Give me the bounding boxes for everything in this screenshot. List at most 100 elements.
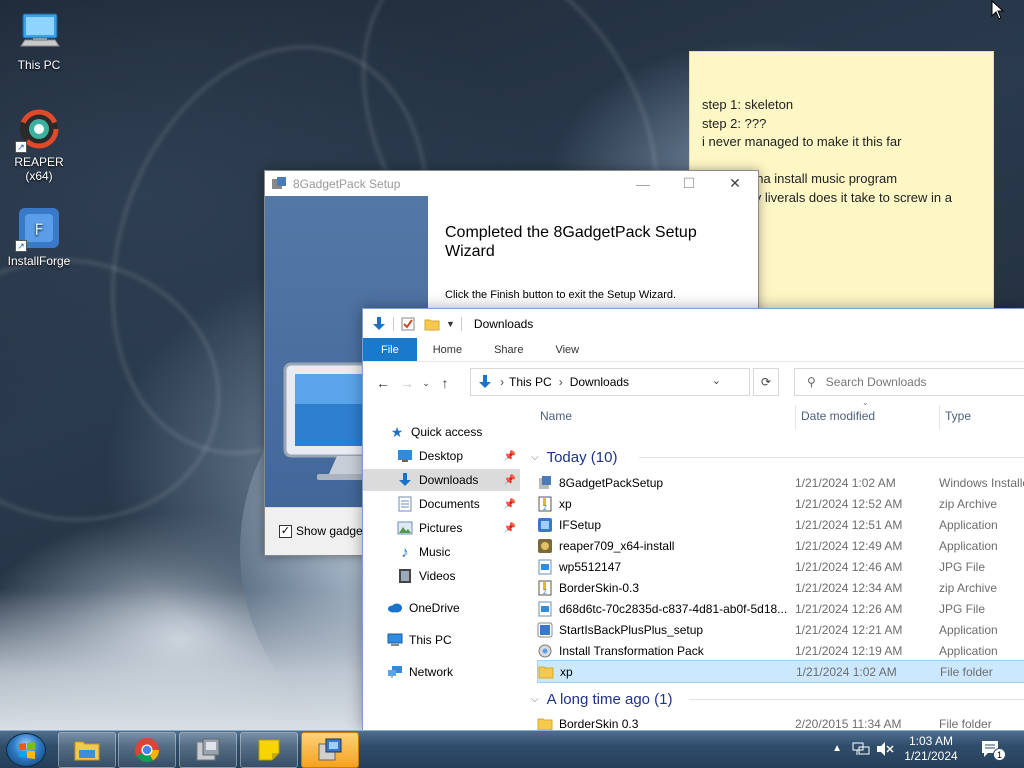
installer-icon: [196, 738, 220, 761]
file-type: Application: [939, 538, 998, 553]
sidebar-item-desktop[interactable]: Desktop 📌: [363, 445, 520, 467]
group-header-today[interactable]: ⌵ Today (10): [529, 445, 617, 469]
file-name: wp5512147: [559, 559, 622, 574]
taskbar-chrome[interactable]: [118, 732, 176, 768]
setup-app-icon: [272, 176, 286, 189]
sidebar-item-label: Quick access: [411, 425, 483, 439]
back-arrow-icon[interactable]: ←: [371, 371, 395, 395]
table-row[interactable]: StartIsBackPlusPlus_setup 1/21/2024 12:2…: [537, 619, 1024, 640]
table-row[interactable]: Z BorderSkin-0.3 1/21/2024 12:34 AM zip …: [537, 577, 1024, 598]
tab-view[interactable]: View: [539, 338, 595, 361]
file-type: zip Archive: [939, 496, 998, 511]
file-date: 1/21/2024 12:34 AM: [795, 580, 903, 595]
sidebar-item-onedrive[interactable]: OneDrive: [363, 597, 520, 619]
breadcrumb-downloads[interactable]: Downloads: [570, 375, 629, 389]
column-header-type[interactable]: Type: [945, 401, 971, 431]
group-header-long-ago[interactable]: ⌵ A long time ago (1): [529, 687, 673, 711]
pictures-icon: [397, 520, 413, 536]
taskbar-sticky-notes[interactable]: [240, 732, 298, 768]
new-folder-icon[interactable]: [424, 316, 440, 332]
taskbar: ▲ 1:03 AM 1/21/2024 1: [0, 730, 1024, 768]
sidebar-item-downloads[interactable]: Downloads 📌: [363, 469, 520, 491]
clock[interactable]: 1:03 AM 1/21/2024: [896, 734, 966, 764]
pin-icon[interactable]: 📌: [504, 523, 516, 534]
action-center-button[interactable]: 1: [980, 739, 1006, 761]
folder-icon: [74, 741, 100, 761]
breadcrumb-this-pc[interactable]: This PC: [509, 375, 552, 389]
start-button[interactable]: [6, 733, 46, 767]
file-name: 8GadgetPackSetup: [559, 475, 664, 490]
tab-home[interactable]: Home: [417, 338, 478, 361]
column-divider[interactable]: [939, 405, 940, 429]
tab-share[interactable]: Share: [478, 338, 539, 361]
pin-icon[interactable]: 📌: [504, 475, 516, 486]
search-placeholder: Search Downloads: [825, 375, 927, 389]
file-name: Install Transformation Pack: [559, 643, 704, 658]
file-explorer-window[interactable]: ▼ Downloads File Home Share View ← → ⌄ ↑…: [362, 308, 1024, 731]
file-name: BorderSkin 0.3: [559, 716, 639, 731]
taskbar-file-explorer[interactable]: [58, 732, 116, 768]
file-name: xp: [559, 496, 572, 511]
navigation-pane: ★ Quick access Desktop 📌 Downloads 📌 Doc…: [363, 409, 523, 731]
taskbar-8gadgetpack-setup[interactable]: [301, 732, 359, 768]
sidebar-item-network[interactable]: Network: [363, 661, 520, 683]
refresh-button[interactable]: ⟳: [753, 368, 779, 396]
table-row[interactable]: IFSetup 1/21/2024 12:51 AM Application: [537, 514, 1024, 535]
sticky-note-line: step 1: skeleton: [702, 97, 794, 112]
sticky-note-line: i never managed to make it this far: [702, 134, 902, 149]
close-button[interactable]: ✕: [712, 171, 758, 196]
properties-icon[interactable]: [400, 316, 416, 332]
address-bar[interactable]: › This PC › Downloads ⌄: [470, 368, 750, 396]
table-row[interactable]: 8GadgetPackSetup 1/21/2024 1:02 AM Windo…: [537, 472, 1024, 493]
address-dropdown-chevron-icon[interactable]: ⌄: [712, 374, 721, 387]
minimize-button[interactable]: —: [620, 171, 666, 196]
table-row[interactable]: BorderSkin 0.3 2/20/2015 11:34 AM File f…: [537, 713, 1024, 731]
checkbox-label: Show gadgets: [296, 524, 373, 538]
column-divider[interactable]: [795, 405, 796, 429]
forward-arrow-icon[interactable]: →: [395, 371, 419, 395]
music-icon: ♪: [401, 543, 409, 561]
show-gadgets-checkbox[interactable]: ✓ Show gadgets: [279, 524, 372, 538]
group-header-label: A long time ago (1): [546, 690, 673, 708]
explorer-titlebar[interactable]: ▼ Downloads: [363, 309, 1024, 338]
show-hidden-icons-chevron-icon[interactable]: ▲: [832, 743, 842, 754]
pin-icon[interactable]: 📌: [504, 499, 516, 510]
volume-muted-icon[interactable]: [876, 741, 894, 757]
sidebar-item-music[interactable]: ♪ Music: [363, 541, 520, 563]
table-row[interactable]: d68d6tc-70c2835d-c837-4d81-ab0f-5d18... …: [537, 598, 1024, 619]
sidebar-item-label: Videos: [419, 569, 456, 583]
table-row[interactable]: Install Transformation Pack 1/21/2024 12…: [537, 640, 1024, 661]
network-icon[interactable]: [852, 741, 870, 757]
table-row-selected[interactable]: xp 1/21/2024 1:02 AM File folder: [537, 660, 1024, 683]
network-icon: [387, 664, 403, 680]
file-type: Windows Installer: [939, 475, 1024, 490]
desktop-icon-installforge[interactable]: F ↗ InstallForge: [1, 206, 77, 268]
sticky-note-line: step 2: ???: [702, 115, 767, 131]
column-header-name[interactable]: Name: [540, 401, 572, 431]
sidebar-item-label: Documents: [419, 497, 480, 511]
tab-file[interactable]: File: [363, 338, 417, 361]
up-arrow-icon[interactable]: ↑: [433, 371, 457, 395]
computer-icon: [17, 10, 61, 54]
pin-icon[interactable]: 📌: [504, 451, 516, 462]
group-header-label: Today (10): [546, 448, 618, 466]
sidebar-item-this-pc[interactable]: This PC: [363, 629, 520, 651]
desktop-icon-this-pc[interactable]: This PC: [1, 10, 77, 72]
sidebar-item-documents[interactable]: Documents 📌: [363, 493, 520, 515]
maximize-button[interactable]: ☐: [666, 171, 712, 196]
table-row[interactable]: reaper709_x64-install 1/21/2024 12:49 AM…: [537, 535, 1024, 556]
table-row[interactable]: wp5512147 1/21/2024 12:46 AM JPG File: [537, 556, 1024, 577]
desktop-icon-label: InstallForge: [7, 254, 71, 268]
search-input[interactable]: ⚲ Search Downloads: [794, 368, 1024, 396]
sidebar-item-pictures[interactable]: Pictures 📌: [363, 517, 520, 539]
taskbar-setup-program[interactable]: [179, 732, 237, 768]
setup-app-icon: [318, 738, 342, 761]
customize-toolbar-chevron-icon[interactable]: ▼: [446, 319, 455, 329]
desktop-icon-reaper[interactable]: ↗ REAPER (x64): [1, 107, 77, 183]
group-divider: [689, 699, 1024, 700]
download-arrow-icon[interactable]: [371, 316, 387, 332]
sidebar-item-quick-access[interactable]: ★ Quick access: [363, 421, 520, 443]
table-row[interactable]: Z xp 1/21/2024 12:52 AM zip Archive: [537, 493, 1024, 514]
sidebar-item-videos[interactable]: Videos: [363, 565, 520, 587]
recent-locations-chevron-icon[interactable]: ⌄: [419, 371, 433, 395]
